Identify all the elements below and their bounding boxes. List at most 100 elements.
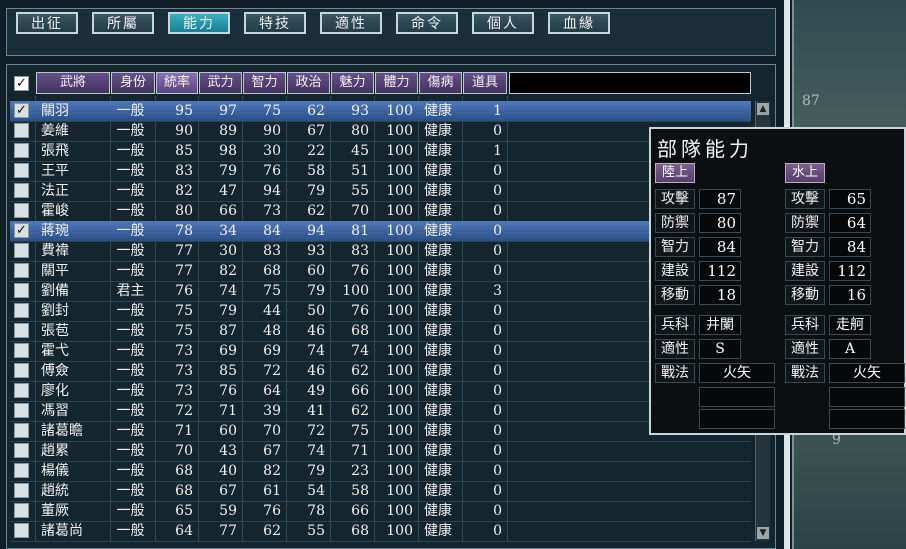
water-header[interactable]: 水上 xyxy=(785,163,825,183)
tab-5[interactable]: 適性 xyxy=(320,12,382,34)
tab-7[interactable]: 個人 xyxy=(472,12,534,34)
table-row[interactable]: 張苞 一般 75 87 48 46 68 100 健康 0 xyxy=(10,321,751,341)
land-header[interactable]: 陸上 xyxy=(655,163,695,183)
row-checkbox[interactable] xyxy=(14,303,29,318)
table-row[interactable]: ✓ 蔣琬 一般 78 34 84 94 81 100 健康 0 xyxy=(10,221,751,241)
table-row[interactable]: 馮習 一般 72 71 39 41 62 100 健康 0 xyxy=(10,401,751,421)
table-row[interactable]: 費禕 一般 77 30 83 93 83 100 健康 0 xyxy=(10,241,751,261)
tab-1[interactable]: 出征 xyxy=(16,12,78,34)
table-cell: 44 xyxy=(263,303,281,319)
column-header[interactable]: 傷病 xyxy=(419,72,462,94)
table-row[interactable]: 楊儀 一般 68 40 82 79 23 100 健康 0 xyxy=(10,461,751,481)
game-window: 87 9 出征 所屬 能力 特技 適性 命令 個人 血緣 ✓ 武將 身份 統率 武力 智力 政治 魅力 體力… xyxy=(0,0,906,549)
table-row[interactable]: 法正 一般 82 47 94 79 55 100 健康 0 xyxy=(10,181,751,201)
table-row[interactable]: 姜維 一般 90 89 90 67 80 100 健康 0 xyxy=(10,121,751,141)
table-cell: 健康 xyxy=(424,383,452,399)
row-checkbox[interactable] xyxy=(14,323,29,338)
table-cell: 100 xyxy=(386,363,413,379)
row-checkbox[interactable] xyxy=(14,463,29,478)
select-all-checkbox[interactable]: ✓ xyxy=(14,76,29,91)
scroll-down-icon[interactable]: ▼ xyxy=(757,527,769,539)
row-checkbox[interactable]: ✓ xyxy=(14,223,29,238)
table-cell: 68 xyxy=(263,263,281,279)
row-checkbox[interactable] xyxy=(14,243,29,258)
column-header[interactable]: 魅力 xyxy=(331,72,374,94)
column-header[interactable]: 智力 xyxy=(243,72,286,94)
table-cell: 39 xyxy=(263,403,281,419)
column-header[interactable]: 政治 xyxy=(287,72,330,94)
table-cell: 90 xyxy=(175,123,193,139)
table-row[interactable]: 劉封 一般 75 79 44 50 76 100 健康 0 xyxy=(10,301,751,321)
table-row[interactable]: 廖化 一般 73 76 64 49 66 100 健康 0 xyxy=(10,381,751,401)
scroll-up-icon[interactable]: ▲ xyxy=(757,103,769,115)
column-header[interactable]: 體力 xyxy=(375,72,418,94)
table-row[interactable]: 諸葛尚 一般 64 77 62 55 68 100 健康 0 xyxy=(10,521,751,541)
table-cell: 62 xyxy=(351,363,369,379)
row-checkbox[interactable] xyxy=(14,143,29,158)
table-cell: 100 xyxy=(386,523,413,539)
row-checkbox[interactable] xyxy=(14,483,29,498)
tab-6[interactable]: 命令 xyxy=(396,12,458,34)
table-cell: 62 xyxy=(263,523,281,539)
table-cell: 健康 xyxy=(424,143,452,159)
tab-3[interactable]: 能力 xyxy=(168,12,230,34)
table-cell: 一般 xyxy=(116,203,145,219)
row-checkbox[interactable] xyxy=(14,523,29,538)
table-row[interactable]: 董厥 一般 65 59 76 78 66 100 健康 0 xyxy=(10,501,751,521)
column-header[interactable]: 身份 xyxy=(111,72,155,94)
table-cell: 69 xyxy=(219,343,237,359)
row-checkbox[interactable] xyxy=(14,423,29,438)
table-row[interactable]: 霍峻 一般 80 66 73 62 70 100 健康 0 xyxy=(10,201,751,221)
table-cell: 76 xyxy=(263,503,281,519)
row-checkbox[interactable]: ✓ xyxy=(14,103,29,118)
table-cell: 0 xyxy=(493,523,502,539)
table-cell: 55 xyxy=(351,183,369,199)
row-checkbox[interactable] xyxy=(14,163,29,178)
row-checkbox[interactable] xyxy=(14,403,29,418)
table-row[interactable]: 劉備 君主 76 74 75 79 100 100 健康 3 xyxy=(10,281,751,301)
table-cell: 71 xyxy=(175,423,193,439)
row-checkbox[interactable] xyxy=(14,283,29,298)
column-header[interactable]: 武將 xyxy=(36,72,110,94)
table-cell: 王平 xyxy=(41,163,69,179)
table-cell: 64 xyxy=(175,523,193,539)
table-row[interactable]: ✓ 關羽 一般 95 97 75 62 93 100 健康 1 xyxy=(10,101,751,121)
row-checkbox[interactable] xyxy=(14,363,29,378)
table-cell: 一般 xyxy=(116,483,145,499)
row-checkbox[interactable] xyxy=(14,503,29,518)
table-cell: 74 xyxy=(219,283,237,299)
table-cell: 100 xyxy=(386,283,413,299)
stat-value: 64 xyxy=(829,213,871,233)
table-row[interactable]: 趙累 一般 70 43 67 74 71 100 健康 0 xyxy=(10,441,751,461)
row-checkbox[interactable] xyxy=(14,443,29,458)
table-row[interactable]: 趙統 一般 68 67 61 54 58 100 健康 0 xyxy=(10,481,751,501)
table-cell: 一般 xyxy=(116,383,145,399)
table-row[interactable]: 王平 一般 83 79 76 58 51 100 健康 0 xyxy=(10,161,751,181)
tab-2[interactable]: 所屬 xyxy=(92,12,154,34)
table-row[interactable]: 諸葛瞻 一般 71 60 70 72 75 100 健康 0 xyxy=(10,421,751,441)
stat-value: 18 xyxy=(699,285,741,305)
stat-label: 智力 xyxy=(785,237,825,257)
tab-4[interactable]: 特技 xyxy=(244,12,306,34)
column-header[interactable]: 統率 xyxy=(156,72,198,94)
table-cell: 79 xyxy=(219,303,237,319)
column-header[interactable]: 道具 xyxy=(463,72,507,94)
table-cell: 68 xyxy=(351,523,369,539)
column-header[interactable]: 武力 xyxy=(199,72,242,94)
row-checkbox[interactable] xyxy=(14,343,29,358)
table-cell: 74 xyxy=(307,343,325,359)
table-row[interactable]: 張飛 一般 85 98 30 22 45 100 健康 1 xyxy=(10,141,751,161)
table-cell: 一般 xyxy=(116,103,145,119)
row-checkbox[interactable] xyxy=(14,383,29,398)
table-row[interactable]: 關平 一般 77 82 68 60 76 100 健康 0 xyxy=(10,261,751,281)
row-checkbox[interactable] xyxy=(14,183,29,198)
row-checkbox[interactable] xyxy=(14,203,29,218)
row-checkbox[interactable] xyxy=(14,123,29,138)
table-cell: 健康 xyxy=(424,303,452,319)
stat-value: 16 xyxy=(829,285,871,305)
row-checkbox[interactable] xyxy=(14,263,29,278)
table-cell: 一般 xyxy=(116,343,145,359)
table-row[interactable]: 霍弋 一般 73 69 69 74 74 100 健康 0 xyxy=(10,341,751,361)
table-row[interactable]: 傅僉 一般 73 85 72 46 62 100 健康 0 xyxy=(10,361,751,381)
tab-8[interactable]: 血緣 xyxy=(548,12,610,34)
